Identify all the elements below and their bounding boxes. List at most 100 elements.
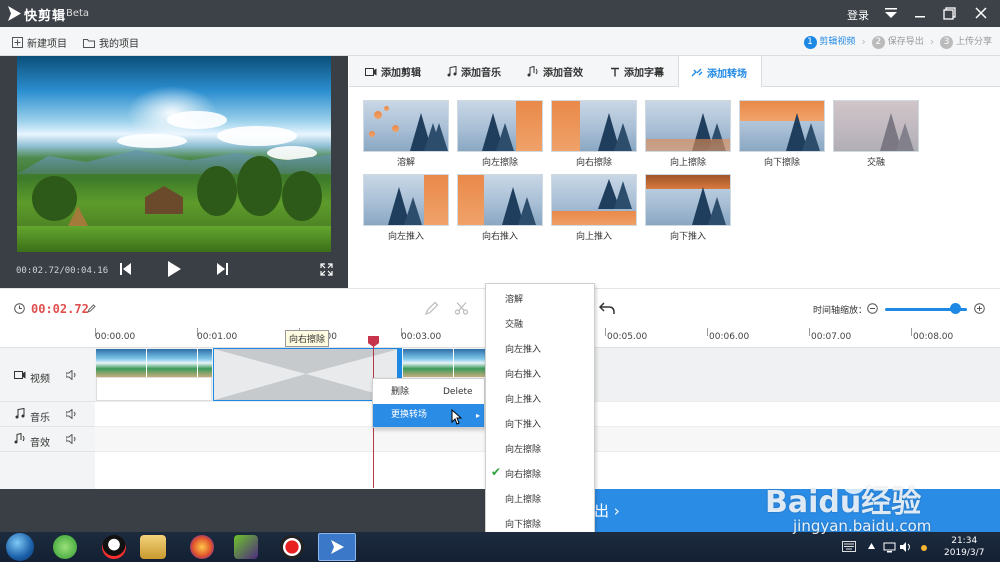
media-app-icon[interactable] [234,535,258,559]
step-edit-video[interactable]: 1 剪辑视频 [803,34,855,49]
transition-crossfade[interactable]: 交融 [833,100,919,168]
music-icon [447,66,457,77]
track-label-video: 视频 [30,374,50,385]
tab-add-subtitle[interactable]: 添加字幕 [604,56,670,87]
play-icon[interactable] [168,261,181,277]
keyboard-icon[interactable] [842,541,856,552]
submenu-item-wipe-down[interactable]: 向下擦除 [486,517,594,531]
app-title: 快剪辑 [24,9,67,24]
track-label-sfx: 音效 [30,438,50,449]
zoom-out-icon[interactable] [867,303,878,314]
transition-thumb [363,100,449,152]
ruler-corner [0,328,95,348]
transition-label: 溶解 [396,158,415,168]
submenu-item-crossfade[interactable]: 交融 [486,317,594,331]
undo-icon[interactable] [599,301,615,315]
submenu-item-push-down[interactable]: 向下推入 [486,417,594,431]
submenu-item-push-right[interactable]: 向右推入 [486,367,594,381]
tab-add-music[interactable]: 添加音乐 [441,56,507,87]
menu-dropdown-icon[interactable] [882,5,900,21]
transition-label: 向下推入 [669,232,706,242]
file-explorer-icon[interactable] [140,535,166,559]
current-time: 00:02.72 [31,302,89,316]
transition-push-right[interactable]: 向右推入 [457,174,543,242]
track-header-sfx: 音效 [0,427,95,452]
watermark-text: Baidu经验 [765,485,922,520]
transition-wipe-right[interactable]: 向右擦除 [551,100,637,168]
watermark-url: jingyan.baidu.com [793,517,932,535]
clock-icon [14,303,25,314]
menu-item-delete[interactable]: 删除 Delete [373,381,484,403]
transition-push-down[interactable]: 向下推入 [645,174,731,242]
start-button-icon[interactable] [6,533,34,561]
zoom-in-icon[interactable] [974,303,985,314]
login-link[interactable]: 登录 [847,7,869,23]
chevron-right-icon: › [861,35,866,48]
maximize-icon[interactable] [941,5,959,21]
transition-wipe-left[interactable]: 向左擦除 [457,100,543,168]
submenu-item-dissolve[interactable]: 溶解 [486,292,594,306]
submenu-arrow-icon: ▸ [476,411,481,420]
export-button-label: 出 › [594,502,620,520]
feature-tabs: 添加剪辑 添加音乐 添加音效 添加字幕 添加转场 [349,56,1000,88]
transition-wipe-up[interactable]: 向上擦除 [645,100,731,168]
folder-icon [83,38,95,48]
system-clock[interactable]: 21:34 2019/3/7 [944,535,984,559]
text-icon [611,67,619,76]
submenu-item-wipe-up[interactable]: 向上擦除 [486,492,594,506]
volume-icon[interactable] [66,409,77,419]
transition-push-up[interactable]: 向上推入 [551,174,637,242]
music-icon [15,408,25,419]
step-upload-share[interactable]: 3 上传分享 [940,34,992,49]
scissors-icon[interactable] [454,301,469,316]
tick-label: 00:05.00 [607,332,648,342]
track-header-music: 音乐 [0,402,95,427]
zoom-label: 时间轴缩放： [813,306,868,316]
volume-icon[interactable] [66,434,77,444]
tick-label: 00:06.00 [709,332,750,342]
transition-thumb [645,174,731,226]
transition-dissolve[interactable]: 溶解 [363,100,449,168]
qq-icon[interactable] [102,535,126,559]
preview-frame [17,56,331,252]
menu-item-replace-transition[interactable]: 更换转场 ▸ [373,404,484,427]
transition-label: 向下擦除 [763,158,800,168]
close-icon[interactable] [972,5,990,21]
minimize-icon[interactable] [911,5,929,21]
my-projects-button[interactable]: 我的项目 [83,35,139,50]
new-project-button[interactable]: 新建项目 [12,35,67,50]
submenu-item-push-up[interactable]: 向上推入 [486,392,594,406]
360-browser-icon[interactable] [53,535,77,559]
network-icon[interactable] [883,541,896,553]
transition-push-left[interactable]: 向左推入 [363,174,449,242]
fullscreen-icon[interactable] [320,263,333,276]
tab-add-transition[interactable]: 添加转场 [678,56,762,88]
submenu-item-wipe-right[interactable]: ✔ 向右擦除 [486,465,594,481]
weather-icon[interactable] [918,542,930,554]
tab-add-sfx[interactable]: 添加音效 [521,56,589,87]
transition-label: 向上推入 [575,232,612,242]
transition-wipe-down[interactable]: 向下擦除 [739,100,825,168]
tray-expand-icon[interactable] [867,542,876,551]
record-icon[interactable] [280,535,304,559]
chevron-right-icon: › [929,35,935,48]
submenu-item-push-left[interactable]: 向左推入 [486,342,594,356]
video-clip-2[interactable] [403,349,485,377]
step-save-export[interactable]: 2 保存导出 [871,34,924,49]
volume-icon[interactable] [66,370,77,380]
tick-label: 00:03.00 [401,332,442,342]
workflow-steps: 1 剪辑视频 › 2 保存导出 › 3 上传分享 [803,34,992,49]
tab-add-clip[interactable]: 添加剪辑 [359,56,427,87]
next-frame-icon[interactable] [217,263,228,275]
transition-tooltip: 向右擦除 [285,330,330,347]
video-clip-1-lower [96,377,212,401]
pencil-icon[interactable] [424,301,439,316]
speaker-icon[interactable] [899,541,912,553]
firefox-icon[interactable] [190,535,214,559]
edit-pencil-icon[interactable] [87,304,96,313]
previous-frame-icon[interactable] [120,263,131,275]
kuaijianji-taskbar-icon[interactable] [318,533,356,561]
submenu-item-wipe-left[interactable]: 向左擦除 [486,442,594,456]
zoom-slider-thumb[interactable] [949,303,961,314]
video-clip-1[interactable] [96,349,212,377]
